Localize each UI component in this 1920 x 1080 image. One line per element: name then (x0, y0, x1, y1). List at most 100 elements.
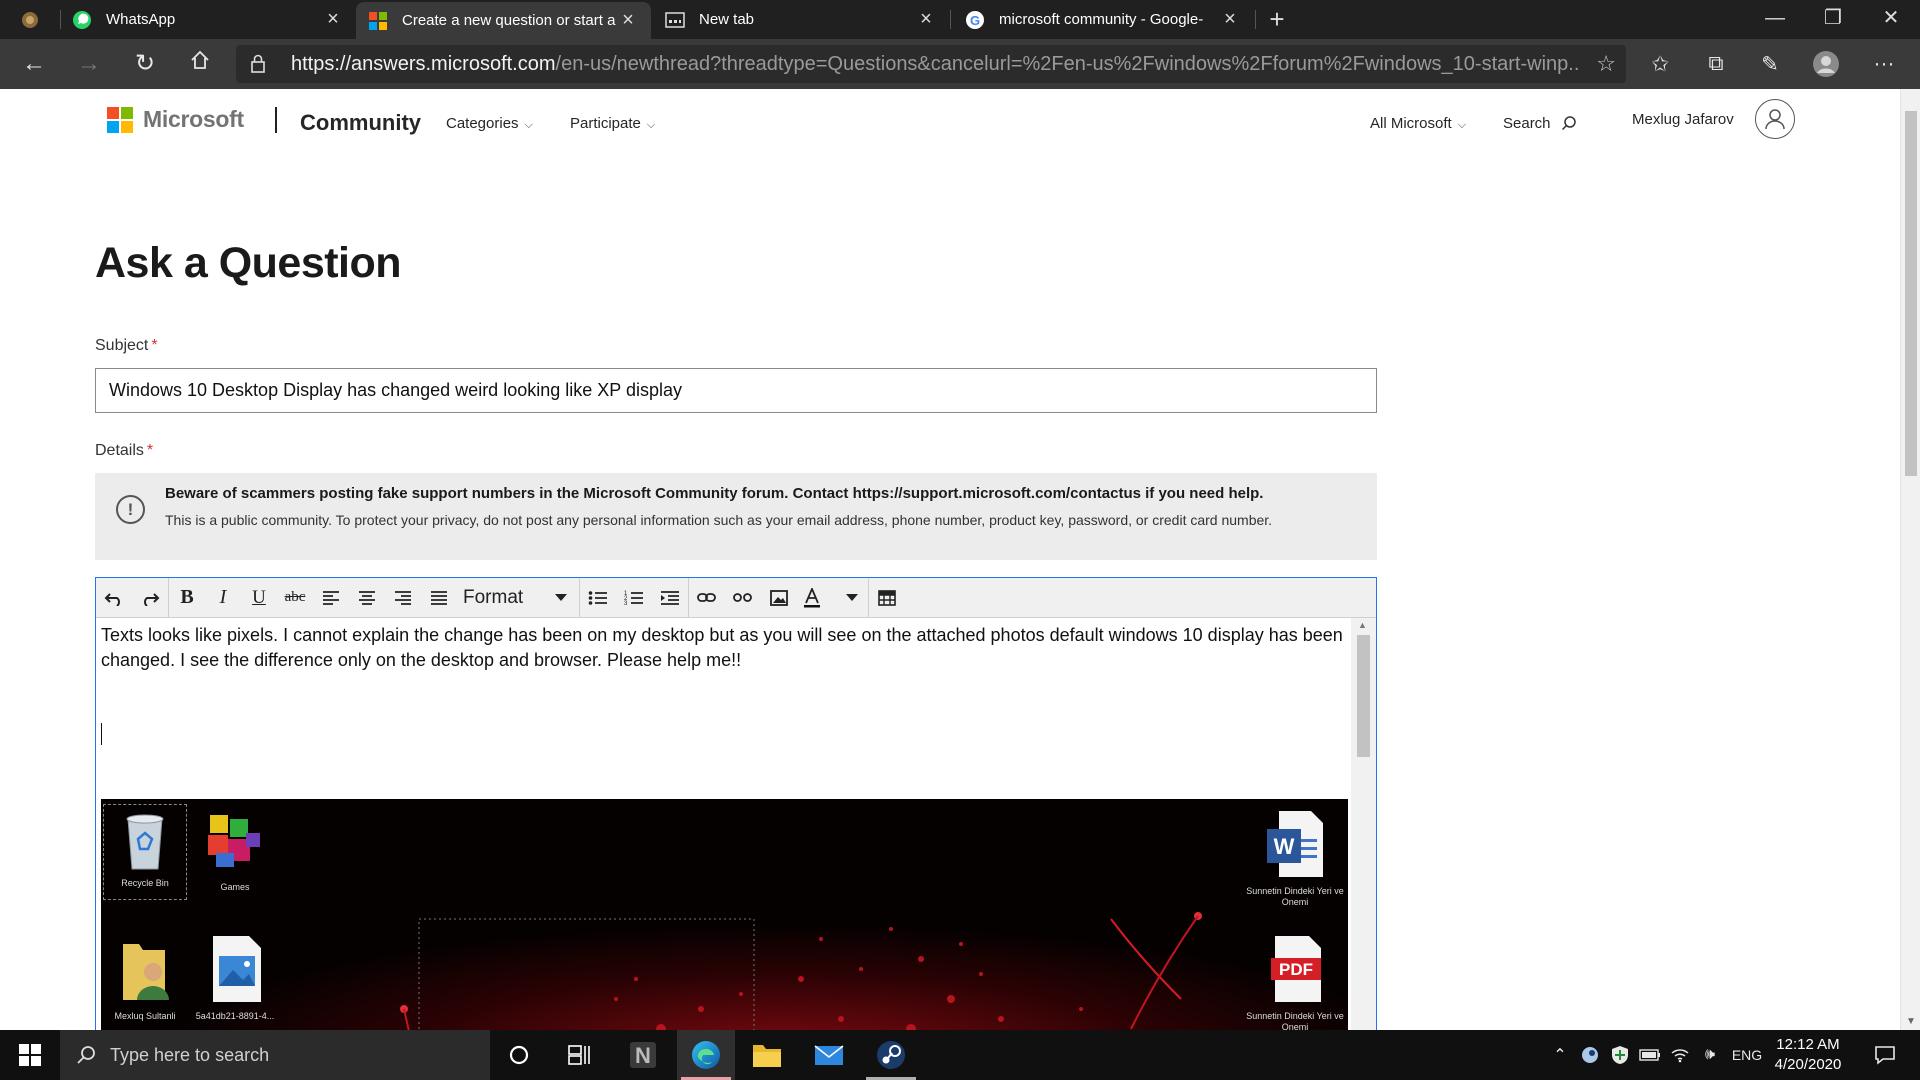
taskbar-app-file-explorer[interactable] (738, 1030, 796, 1080)
notification-icon (1875, 1046, 1895, 1065)
chevron-down-icon: ⌵ (646, 119, 656, 131)
svg-text:3: 3 (624, 601, 628, 606)
start-button[interactable] (0, 1030, 60, 1080)
page-scrollbar[interactable]: ▼ (1900, 89, 1920, 1030)
clock-time: 12:12 AM (1776, 1036, 1840, 1053)
new-tab-button[interactable]: + (1262, 4, 1292, 34)
steam-tray-icon[interactable] (1575, 1030, 1605, 1080)
redo-button[interactable] (132, 578, 168, 618)
close-window-button[interactable]: ✕ (1862, 0, 1920, 39)
microsoft-logo[interactable]: Microsoft (107, 106, 244, 133)
task-view-button[interactable] (550, 1030, 608, 1080)
desktop-icon-image-file: 5a41db21-8891-4... (193, 934, 277, 1022)
collections-icon[interactable]: ⧉ (1700, 48, 1732, 80)
tab-new-tab[interactable]: New tab × (653, 0, 949, 39)
restore-button[interactable]: ❐ (1804, 0, 1862, 39)
user-name[interactable]: Mexlug Jafarov (1632, 111, 1734, 128)
desktop-icon-games: Games (193, 809, 277, 893)
tab-ask-question[interactable]: Create a new question or start a d × (356, 2, 651, 39)
security-shield-icon[interactable] (1605, 1030, 1635, 1080)
task-view-icon (568, 1045, 590, 1065)
close-tab-icon[interactable]: × (617, 9, 639, 32)
community-link[interactable]: Community (300, 110, 421, 136)
back-button[interactable]: ← (16, 47, 52, 81)
taskbar-app-steam[interactable] (862, 1030, 920, 1080)
page-title: Ask a Question (95, 239, 402, 287)
categories-menu[interactable]: Categories ⌵ (446, 115, 533, 132)
pinned-tab-icon (22, 11, 38, 28)
justify-button[interactable] (421, 578, 457, 618)
taskbar-app-n[interactable]: N (614, 1030, 672, 1080)
numbered-list-button[interactable]: 123 (616, 578, 652, 618)
more-menu-icon[interactable]: ··· (1868, 48, 1900, 80)
bullet-list-button[interactable] (580, 578, 616, 618)
remove-link-button[interactable] (725, 578, 761, 618)
favorites-icon[interactable]: ✩ (1644, 48, 1676, 80)
scroll-down-icon[interactable]: ▼ (1906, 1016, 1916, 1027)
table-icon (878, 589, 896, 606)
site-header: Microsoft Community Categories ⌵ Particip… (0, 89, 1900, 145)
insert-link-button[interactable] (689, 578, 725, 618)
pinned-tab[interactable] (0, 0, 60, 39)
image-icon (770, 589, 788, 606)
font-color-dropdown[interactable] (797, 578, 869, 618)
italic-button[interactable]: I (205, 578, 241, 618)
all-microsoft-menu[interactable]: All Microsoft ⌵ (1370, 115, 1466, 132)
indent-button[interactable] (652, 578, 688, 618)
taskbar-search-box[interactable]: Type here to search (60, 1030, 490, 1080)
align-left-button[interactable] (313, 578, 349, 618)
close-tab-icon[interactable]: × (915, 8, 937, 31)
align-left-icon (323, 590, 339, 605)
format-dropdown[interactable]: Format (457, 578, 579, 618)
close-tab-icon[interactable]: × (1219, 8, 1241, 31)
align-center-button[interactable] (349, 578, 385, 618)
subject-input[interactable] (95, 368, 1377, 413)
home-button[interactable] (182, 47, 218, 81)
unlink-icon (733, 592, 752, 602)
editor-text: Texts looks like pixels. I cannot explai… (101, 625, 1343, 670)
bold-button[interactable]: B (169, 578, 205, 618)
address-bar[interactable]: https://answers.microsoft.com/en-us/newt… (236, 45, 1626, 83)
tab-google-search[interactable]: G microsoft community - Google- × (953, 0, 1253, 39)
svg-text:PDF: PDF (1279, 960, 1313, 979)
taskbar-clock[interactable]: 12:12 AM 4/20/2020 (1758, 1035, 1858, 1075)
cortana-button[interactable] (490, 1030, 548, 1080)
show-hidden-icons[interactable]: ⌃ (1545, 1030, 1575, 1080)
link-icon (697, 592, 716, 602)
forward-button[interactable]: → (71, 47, 107, 81)
editor-scroll-thumb[interactable] (1357, 635, 1370, 757)
battery-icon[interactable] (1635, 1030, 1665, 1080)
tab-whatsapp[interactable]: WhatsApp × (60, 0, 356, 39)
minimize-button[interactable]: — (1746, 0, 1804, 39)
taskbar-app-mail[interactable] (800, 1030, 858, 1080)
taskbar-app-edge[interactable] (677, 1030, 735, 1080)
desktop-icon-pdf-document: PDF Sunnetin Dindeki Yeri ve Onemi (1245, 934, 1345, 1030)
action-center-button[interactable] (1862, 1030, 1908, 1080)
editor-scrollbar[interactable]: ▲ (1351, 618, 1376, 1030)
n-app-icon: N (630, 1042, 656, 1068)
search-button[interactable]: Search (1503, 115, 1577, 132)
underline-button[interactable]: U (241, 578, 277, 618)
profile-button[interactable] (1810, 48, 1842, 80)
undo-button[interactable] (96, 578, 132, 618)
favorite-star-icon[interactable]: ☆ (1596, 51, 1616, 77)
strikethrough-button[interactable]: abc (277, 578, 313, 618)
wifi-icon[interactable] (1665, 1030, 1695, 1080)
participate-menu[interactable]: Participate ⌵ (570, 115, 655, 132)
scroll-up-icon[interactable]: ▲ (1358, 620, 1367, 630)
google-icon: G (965, 10, 985, 30)
volume-icon[interactable]: 🕪 (1695, 1030, 1725, 1080)
insert-image-button[interactable] (761, 578, 797, 618)
page-scroll-thumb[interactable] (1905, 111, 1917, 476)
url-text: https://answers.microsoft.com/en-us/newt… (291, 53, 1581, 75)
numbered-list-icon: 123 (624, 591, 643, 606)
close-tab-icon[interactable]: × (322, 8, 344, 31)
user-avatar[interactable] (1755, 99, 1795, 139)
user-icon (1765, 109, 1785, 130)
tab-title: New tab (699, 11, 755, 28)
insert-table-button[interactable] (869, 578, 905, 618)
refresh-button[interactable]: ↻ (127, 47, 163, 81)
feedback-icon[interactable]: ✎ (1754, 48, 1786, 80)
align-right-button[interactable] (385, 578, 421, 618)
recycle-bin-icon (126, 814, 164, 870)
